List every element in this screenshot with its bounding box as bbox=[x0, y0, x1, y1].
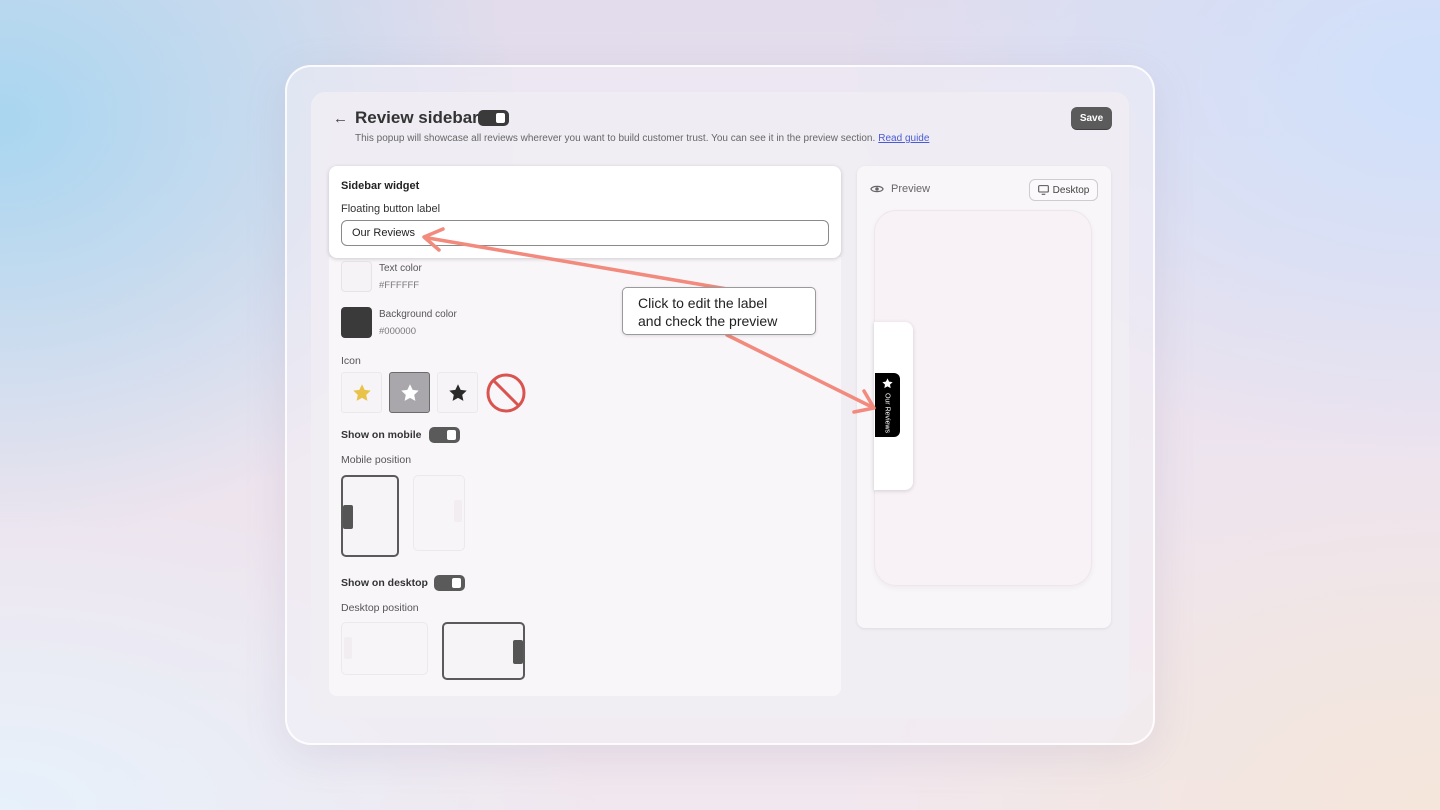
icon-option-white-star[interactable] bbox=[389, 372, 430, 413]
floating-label-input[interactable] bbox=[341, 220, 829, 246]
device-toggle-label: Desktop bbox=[1052, 184, 1090, 196]
icon-option-black-star[interactable] bbox=[437, 372, 478, 413]
save-button[interactable]: Save bbox=[1071, 107, 1112, 130]
monitor-icon bbox=[1037, 185, 1049, 195]
desktop-position-label: Desktop position bbox=[341, 602, 419, 614]
tutorial-callout: Click to edit the label and check the pr… bbox=[622, 287, 816, 335]
mobile-position-label: Mobile position bbox=[341, 454, 412, 466]
show-on-mobile-toggle[interactable] bbox=[429, 427, 460, 443]
floating-review-button[interactable]: Our Reviews bbox=[875, 373, 900, 437]
text-color-value: #FFFFFF bbox=[379, 280, 420, 291]
star-white-icon bbox=[400, 383, 419, 401]
icon-option-none[interactable] bbox=[485, 372, 527, 414]
sidebar-widget-card: Sidebar widget Floating button label bbox=[329, 166, 841, 258]
mobile-right-tab-indicator bbox=[454, 500, 462, 522]
background-color-label: Background color bbox=[379, 309, 457, 320]
callout-line-1: Click to edit the label bbox=[638, 295, 768, 311]
desktop-position-left[interactable] bbox=[341, 622, 428, 675]
show-on-mobile-label: Show on mobile bbox=[341, 429, 422, 441]
desktop-right-tab-indicator bbox=[513, 640, 523, 664]
floating-label-field-label: Floating button label bbox=[341, 203, 441, 215]
floating-button-label: Our Reviews bbox=[883, 392, 891, 434]
no-icon bbox=[486, 373, 526, 413]
show-on-desktop-toggle[interactable] bbox=[434, 575, 465, 591]
callout-line-2: and check the preview bbox=[638, 313, 778, 329]
mobile-position-left[interactable] bbox=[341, 475, 399, 557]
sidebar-enable-toggle[interactable] bbox=[478, 110, 509, 126]
desktop-position-right[interactable] bbox=[442, 622, 525, 680]
subtitle-text: This popup will showcase all reviews whe… bbox=[355, 133, 876, 144]
page-subtitle: This popup will showcase all reviews whe… bbox=[355, 133, 929, 144]
read-guide-link[interactable]: Read guide bbox=[878, 133, 929, 144]
star-black-icon bbox=[448, 383, 467, 401]
page-title: Review sidebar bbox=[355, 108, 479, 127]
mobile-left-tab-indicator bbox=[343, 505, 353, 529]
show-on-desktop-label: Show on desktop bbox=[341, 577, 428, 589]
star-icon bbox=[882, 378, 893, 389]
text-color-swatch[interactable] bbox=[341, 261, 372, 292]
preview-label: Preview bbox=[891, 183, 931, 195]
eye-icon bbox=[870, 185, 884, 193]
icon-section-label: Icon bbox=[341, 355, 361, 367]
widget-section-title: Sidebar widget bbox=[341, 180, 420, 192]
desktop-left-tab-indicator bbox=[344, 637, 352, 659]
background-color-value: #000000 bbox=[379, 326, 416, 337]
star-yellow-icon bbox=[352, 383, 371, 401]
mobile-position-right[interactable] bbox=[413, 475, 465, 551]
device-toggle-button[interactable]: Desktop bbox=[1029, 179, 1098, 201]
back-arrow-icon[interactable]: ← bbox=[333, 110, 348, 127]
background-color-swatch[interactable] bbox=[341, 307, 372, 338]
text-color-label: Text color bbox=[379, 263, 422, 274]
icon-option-yellow-star[interactable] bbox=[341, 372, 382, 413]
